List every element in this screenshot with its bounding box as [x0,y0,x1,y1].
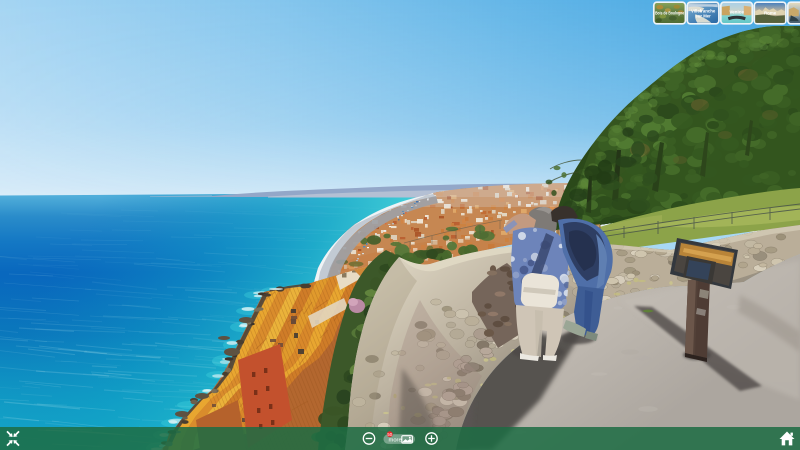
svg-text:50: 50 [387,432,392,437]
svg-text:Rome: Rome [764,11,777,16]
svg-text:more: more [389,438,402,444]
svg-text:Venice: Venice [729,10,744,15]
svg-text:Bois de Boulogne: Bois de Boulogne [655,11,685,16]
svg-text:sur Mer: sur Mer [695,14,711,19]
